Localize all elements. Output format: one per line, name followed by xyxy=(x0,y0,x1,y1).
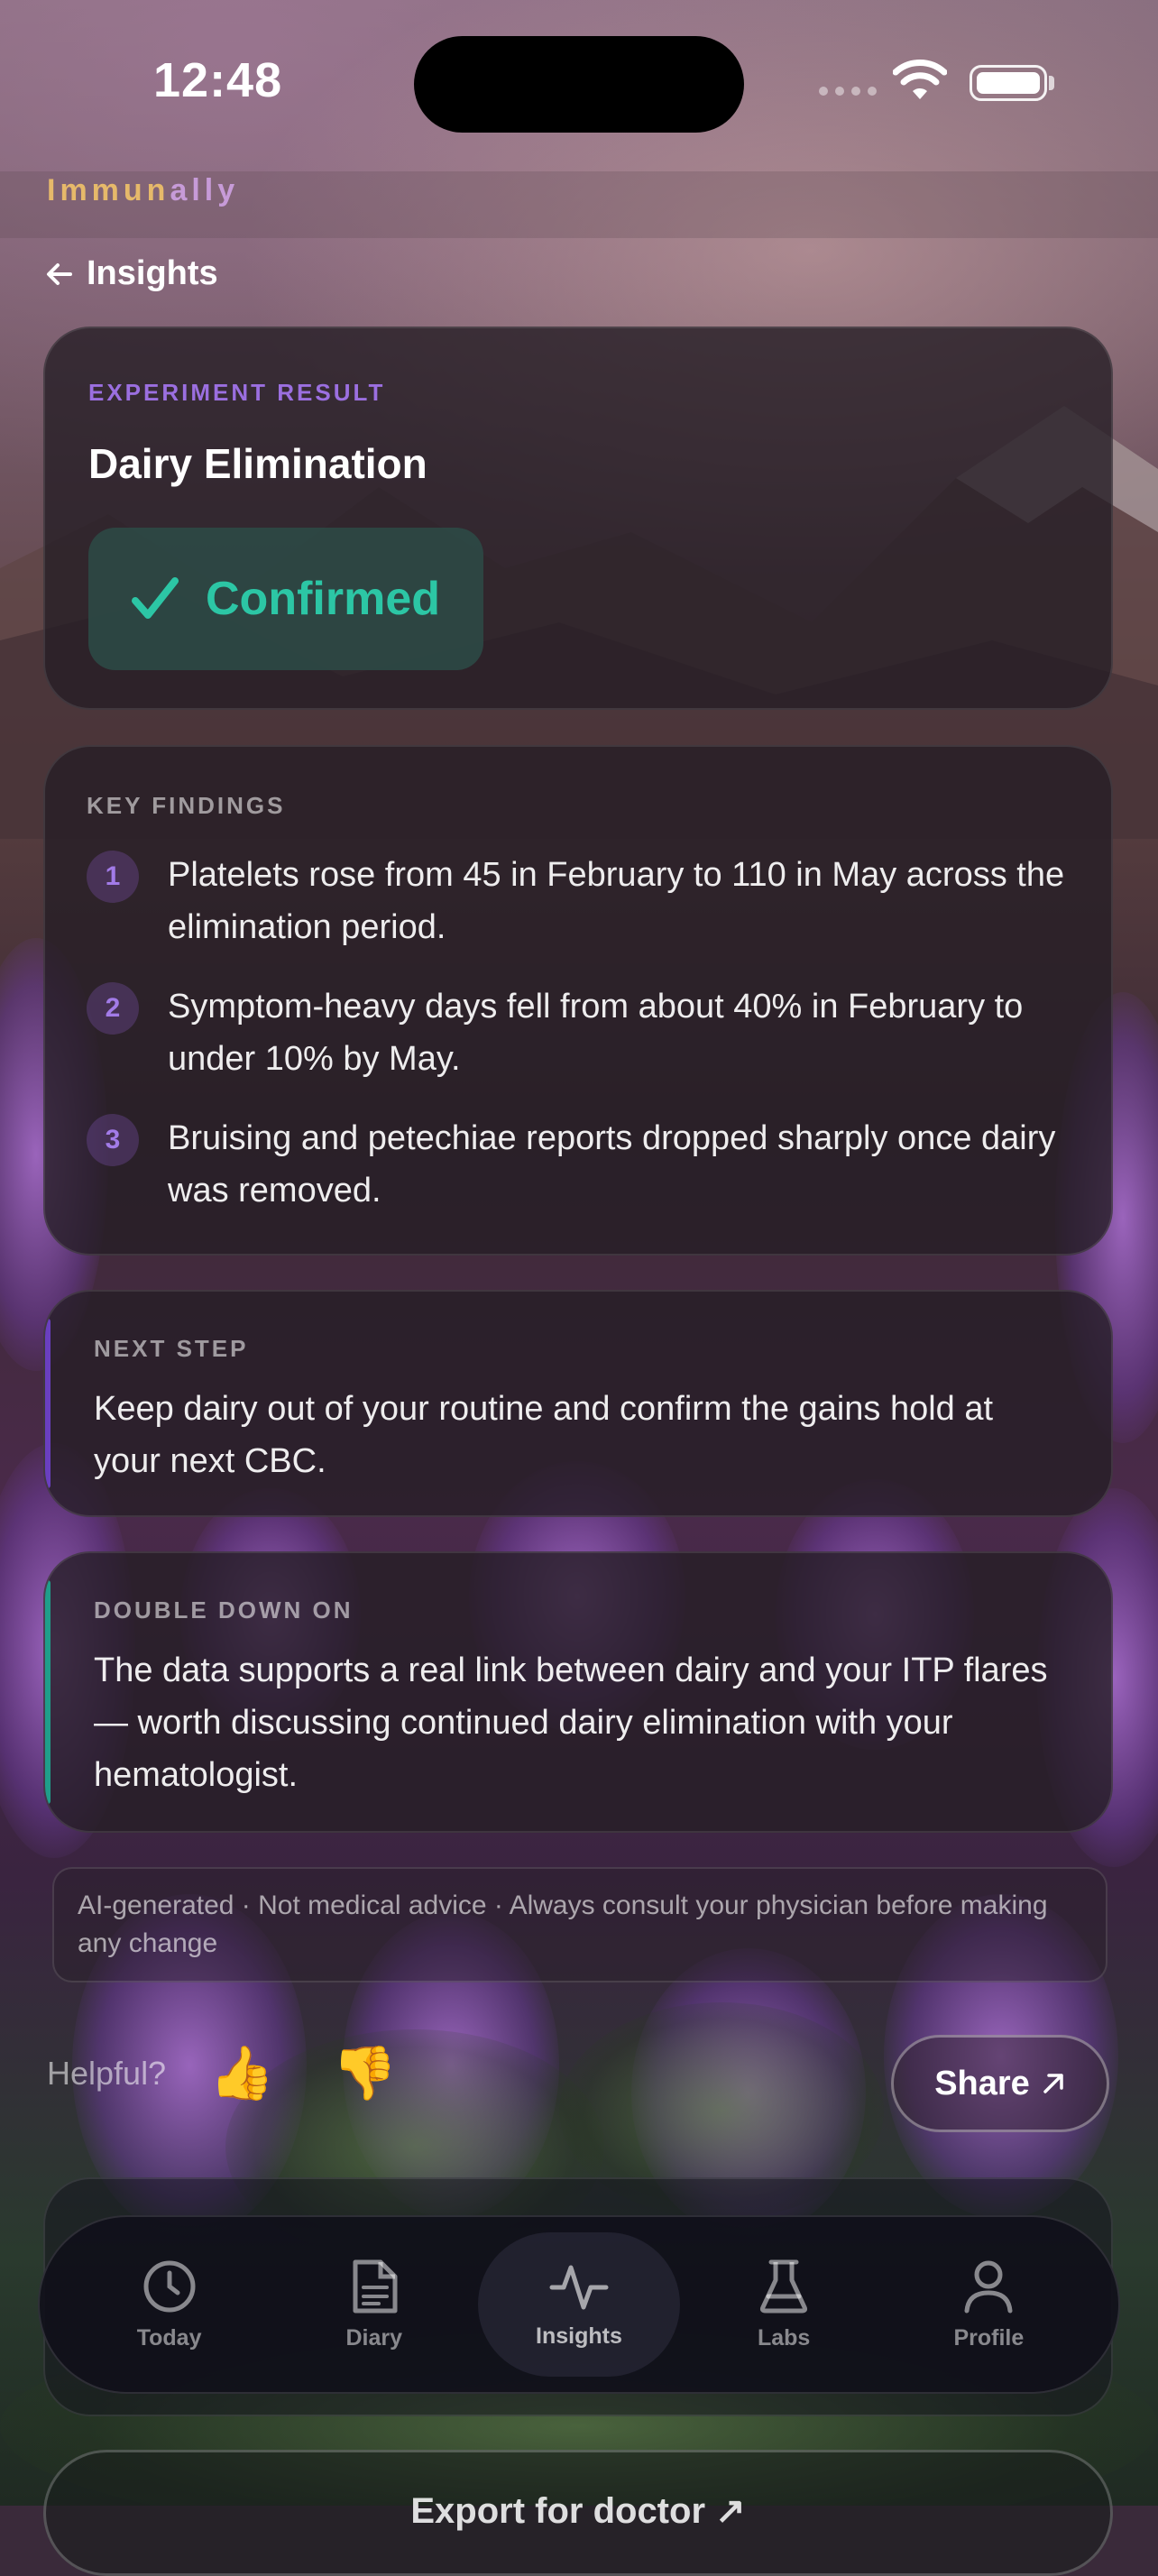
status-bar: 12:48 xyxy=(0,0,1158,171)
tab-label: Labs xyxy=(757,2324,811,2351)
tab-labs[interactable]: Labs xyxy=(683,2232,885,2377)
finding-item: 2 Symptom-heavy days fell from about 40%… xyxy=(87,980,1068,1085)
finding-number: 1 xyxy=(87,851,139,903)
arrow-up-right-icon xyxy=(1043,2074,1063,2093)
next-step-text: Keep dairy out of your routine and confi… xyxy=(94,1390,994,1480)
tab-diary[interactable]: Diary xyxy=(273,2232,475,2377)
tab-profile[interactable]: Profile xyxy=(887,2232,1089,2377)
finding-item: 1 Platelets rose from 45 in February to … xyxy=(87,849,1068,953)
tab-bar: Today Diary Insights Labs Profile xyxy=(38,2215,1120,2394)
battery-icon xyxy=(970,65,1047,101)
finding-number: 2 xyxy=(87,982,139,1035)
key-findings-card: KEY FINDINGS 1 Platelets rose from 45 in… xyxy=(43,745,1113,1256)
next-step-card: NEXT STEP Keep dairy out of your routine… xyxy=(43,1290,1113,1517)
experiment-eyebrow: EXPERIMENT RESULT xyxy=(88,379,386,406)
double-down-card: DOUBLE DOWN ON The data supports a real … xyxy=(43,1551,1113,1833)
wifi-icon xyxy=(893,60,947,99)
share-label: Share xyxy=(934,2064,1030,2102)
tab-label: Diary xyxy=(345,2324,403,2351)
back-button[interactable]: Insights xyxy=(45,254,218,293)
person-icon xyxy=(964,2260,1013,2313)
next-step-eyebrow: NEXT STEP xyxy=(94,1335,249,1362)
findings-list: 1 Platelets rose from 45 in February to … xyxy=(87,849,1068,1217)
document-icon xyxy=(353,2259,398,2313)
flask-icon xyxy=(760,2259,808,2313)
double-down-text: The data supports a real link between da… xyxy=(94,1651,1048,1794)
tab-insights[interactable]: Insights xyxy=(477,2232,680,2377)
tab-today[interactable]: Today xyxy=(69,2232,271,2377)
clock-icon xyxy=(143,2260,196,2312)
experiment-title: Dairy Elimination xyxy=(88,440,427,487)
double-down-eyebrow: DOUBLE DOWN ON xyxy=(94,1596,354,1624)
helpful-label: Helpful? xyxy=(47,2055,167,2092)
finding-number: 3 xyxy=(87,1114,139,1166)
finding-text: Symptom-heavy days fell from about 40% i… xyxy=(168,988,1024,1078)
app-logo: Immunally xyxy=(47,173,240,207)
experiment-result-card: EXPERIMENT RESULT Dairy Elimination Conf… xyxy=(43,327,1113,710)
export-for-doctor-button[interactable]: Export for doctor ↗ xyxy=(43,2450,1113,2576)
finding-text: Bruising and petechiae reports dropped s… xyxy=(168,1119,1056,1210)
arrow-left-icon xyxy=(47,262,72,285)
status-badge: Confirmed xyxy=(88,528,483,670)
status-label: Confirmed xyxy=(206,573,440,625)
pulse-icon xyxy=(549,2265,609,2309)
status-time: 12:48 xyxy=(153,53,283,107)
back-label: Insights xyxy=(87,254,218,292)
tab-label: Today xyxy=(136,2324,202,2351)
dynamic-island xyxy=(414,36,744,133)
share-button[interactable]: Share xyxy=(891,2035,1109,2132)
thumbs-down-icon[interactable]: 👎 xyxy=(332,2047,397,2100)
tab-label: Profile xyxy=(953,2324,1025,2351)
thumbs-up-icon[interactable]: 👍 xyxy=(209,2047,274,2100)
tab-label: Insights xyxy=(536,2323,622,2349)
findings-eyebrow: KEY FINDINGS xyxy=(87,792,286,819)
finding-item: 3 Bruising and petechiae reports dropped… xyxy=(87,1112,1068,1217)
feedback-row: Helpful? 👍 👎 xyxy=(47,2047,398,2100)
cellular-signal-icon xyxy=(819,87,877,96)
checkmark-icon xyxy=(132,577,179,619)
ai-disclaimer: AI-generated · Not medical advice · Alwa… xyxy=(52,1867,1107,1983)
finding-text: Platelets rose from 45 in February to 11… xyxy=(168,856,1065,946)
